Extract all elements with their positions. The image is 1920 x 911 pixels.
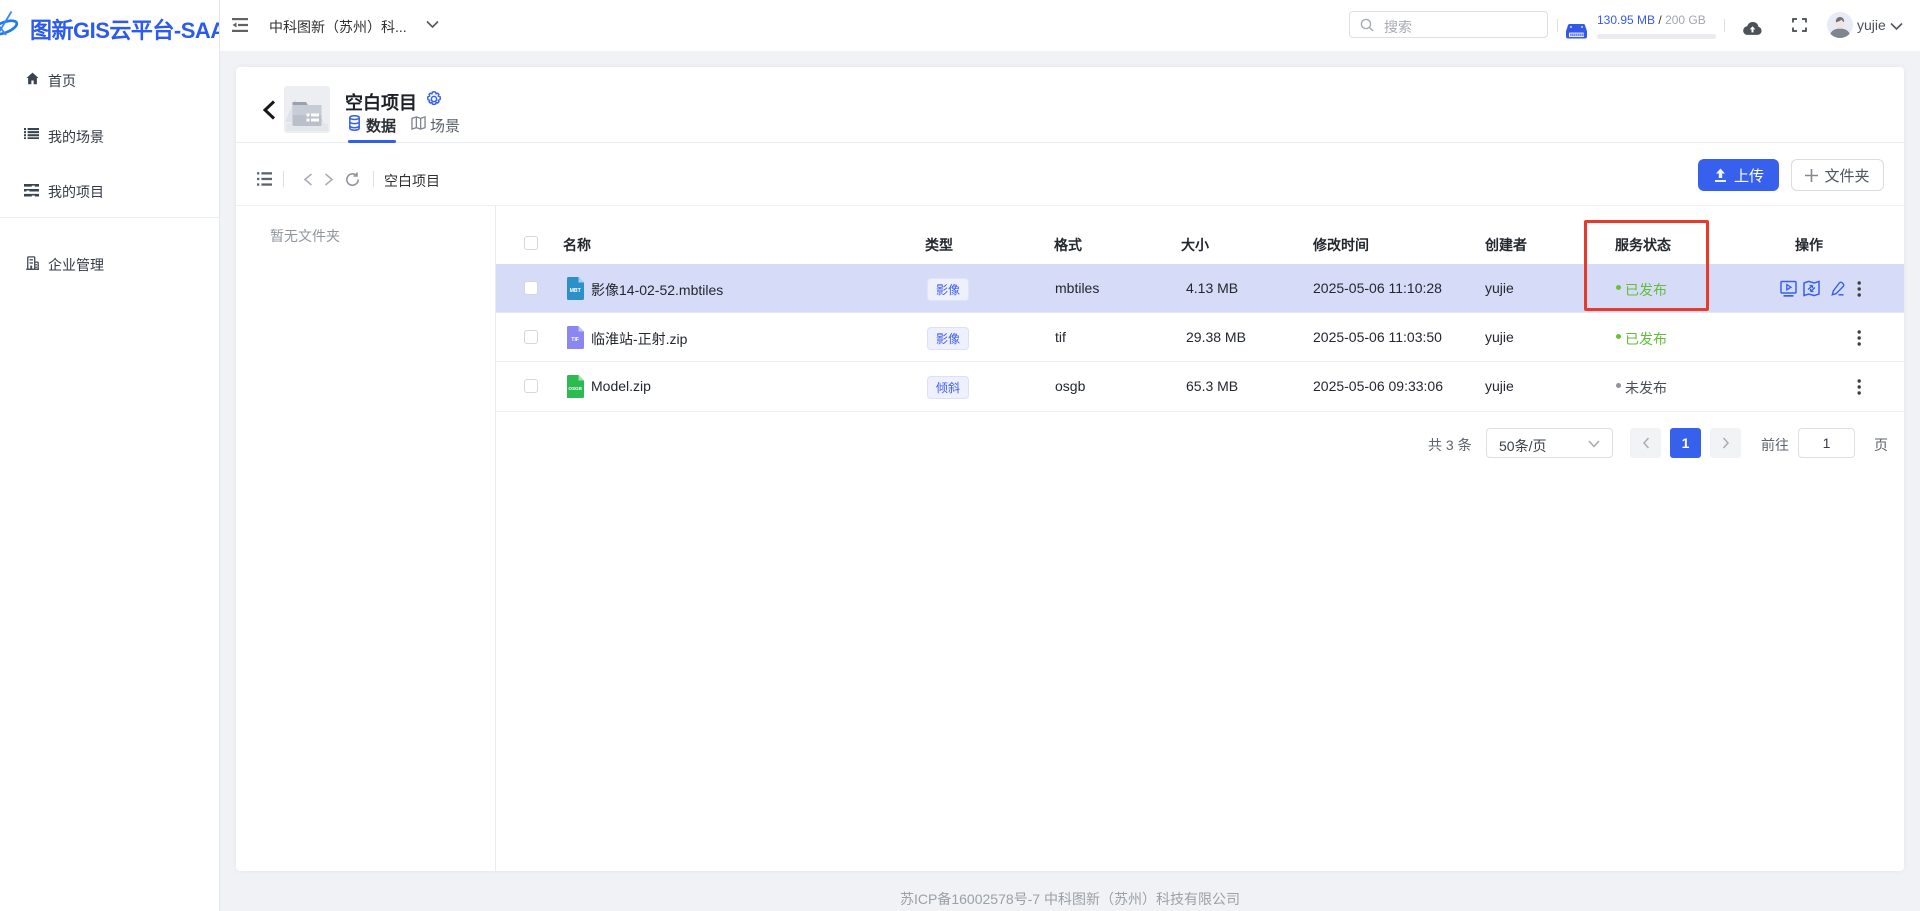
- svg-text:TIF: TIF: [571, 337, 579, 343]
- svg-text:MBT: MBT: [570, 288, 582, 294]
- svg-text:OSGB: OSGB: [568, 386, 582, 391]
